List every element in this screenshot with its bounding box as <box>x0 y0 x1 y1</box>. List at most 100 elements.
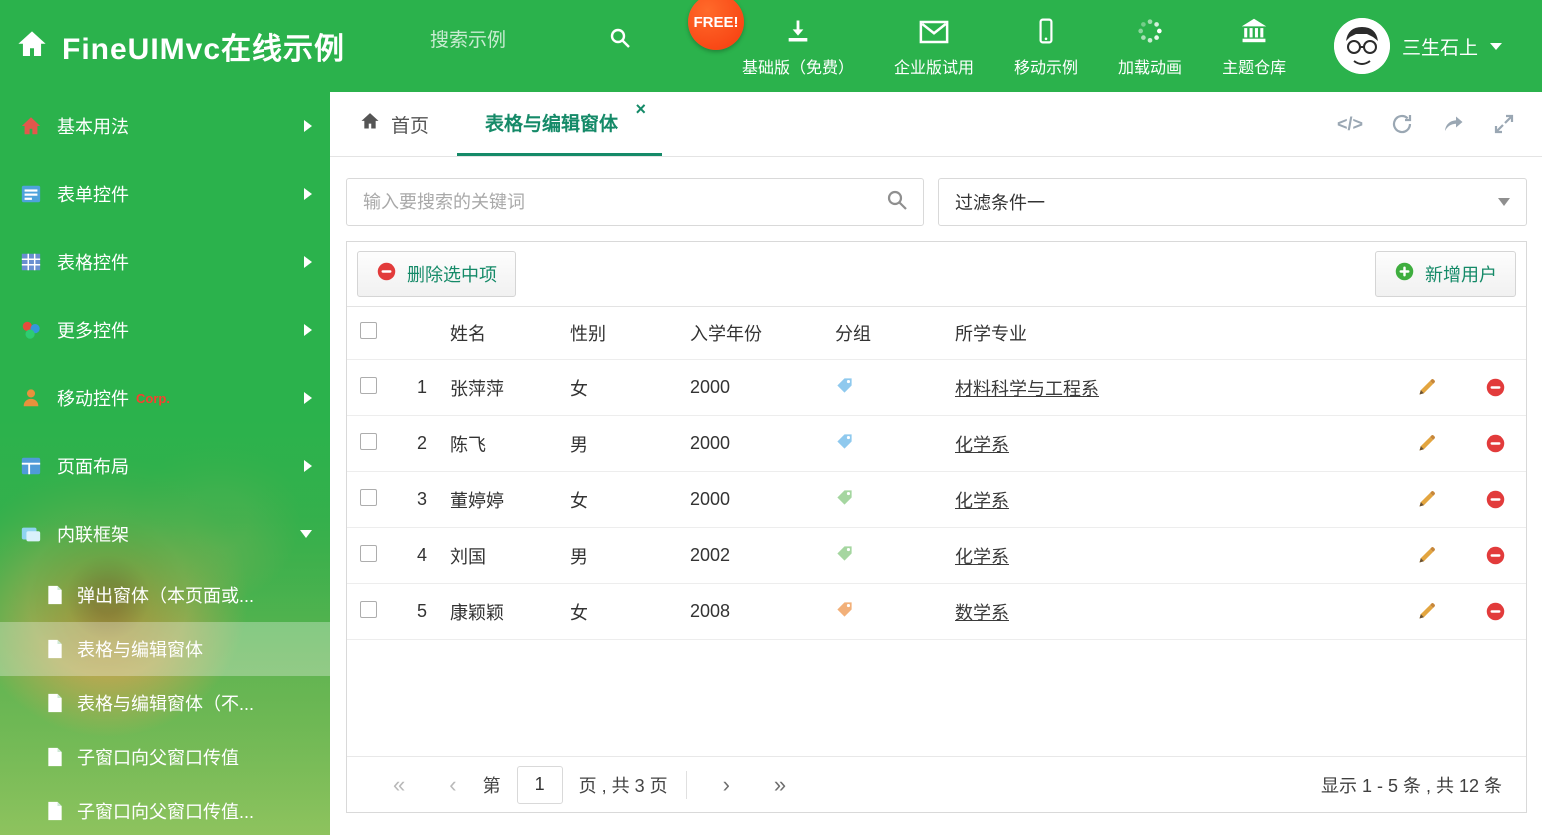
edit-icon[interactable] <box>1416 489 1464 510</box>
search-icon[interactable] <box>608 26 632 55</box>
tab-active-label: 表格与编辑窗体 <box>485 114 619 135</box>
nav-label: 主题仓库 <box>1222 59 1287 77</box>
table-icon <box>18 250 44 274</box>
row-checkbox[interactable] <box>360 488 377 506</box>
sidebar-subitem-label: 子窗口向父窗口传值 <box>77 748 239 768</box>
delete-icon[interactable] <box>1464 545 1526 566</box>
row-number: 1 <box>417 377 428 397</box>
nav-item-loading-animation[interactable]: 加载动画 <box>1098 15 1202 78</box>
edit-icon[interactable] <box>1416 433 1464 454</box>
row-checkbox[interactable] <box>360 376 377 394</box>
major-link[interactable]: 材料科学与工程系 <box>955 379 1099 399</box>
table-row: 1 张萍萍 女 2000 材料科学与工程系 <box>347 360 1526 416</box>
next-page-button[interactable]: › <box>701 773 752 796</box>
minus-circle-icon <box>376 261 397 287</box>
tag-icon <box>835 376 854 400</box>
user-menu[interactable]: 三生石上 <box>1334 0 1503 92</box>
sidebar-item-page-layout[interactable]: 页面布局 <box>0 432 330 500</box>
delete-icon[interactable] <box>1464 377 1526 398</box>
column-header-year: 入学年份 <box>690 324 762 344</box>
header-search-input[interactable] <box>428 28 572 53</box>
sidebar-subitem-child-to-parent-2[interactable]: 子窗口向父窗口传值... <box>0 784 330 838</box>
pager-divider <box>685 770 687 799</box>
chevron-right-icon <box>304 120 312 132</box>
search-icon[interactable] <box>885 188 909 217</box>
row-checkbox[interactable] <box>360 432 377 450</box>
cell-gender: 女 <box>570 490 588 511</box>
cell-year: 2000 <box>690 377 731 397</box>
cell-year: 2008 <box>690 601 731 621</box>
delete-selected-button[interactable]: 删除选中项 <box>357 251 516 297</box>
brand[interactable]: FineUIMvc在线示例 <box>16 0 345 92</box>
sidebar-item-mobile-controls[interactable]: 移动控件 Corp. <box>0 364 330 432</box>
sidebar-item-more-controls[interactable]: 更多控件 <box>0 296 330 364</box>
sidebar-item-iframe[interactable]: 内联框架 <box>0 500 330 568</box>
first-page-button[interactable]: « <box>371 773 427 796</box>
nav-item-basic-edition[interactable]: 基础版（免费） <box>722 15 874 78</box>
nav-item-theme-store[interactable]: 主题仓库 <box>1202 15 1306 78</box>
sidebar-subitem-popup-window[interactable]: 弹出窗体（本页面或... <box>0 568 330 622</box>
delete-icon[interactable] <box>1464 601 1526 622</box>
add-user-label: 新增用户 <box>1425 265 1497 285</box>
sidebar-item-label: 表单控件 <box>57 185 129 205</box>
cell-gender: 男 <box>570 434 588 455</box>
page-number-input[interactable] <box>516 765 563 804</box>
row-checkbox[interactable] <box>360 600 377 618</box>
home-small-icon <box>18 114 44 138</box>
cell-name: 陈飞 <box>450 434 486 455</box>
column-header-name: 姓名 <box>450 324 486 344</box>
table-empty-space <box>347 640 1526 756</box>
prev-page-button[interactable]: ‹ <box>427 773 478 796</box>
tab-home-label: 首页 <box>391 115 430 137</box>
column-header-group: 分组 <box>835 324 871 344</box>
chevron-right-icon <box>304 256 312 268</box>
add-user-button[interactable]: 新增用户 <box>1375 251 1516 297</box>
row-checkbox[interactable] <box>360 544 377 562</box>
major-link[interactable]: 化学系 <box>955 435 1009 455</box>
delete-icon[interactable] <box>1464 489 1526 510</box>
sidebar-item-grid-controls[interactable]: 表格控件 <box>0 228 330 296</box>
row-number: 5 <box>417 601 428 621</box>
keyword-search-input[interactable] <box>361 190 885 214</box>
corp-badge: Corp. <box>136 390 170 406</box>
major-link[interactable]: 化学系 <box>955 491 1009 511</box>
major-link[interactable]: 数学系 <box>955 603 1009 623</box>
nav-item-mobile-demo[interactable]: 移动示例 <box>994 15 1098 78</box>
top-header: FineUIMvc在线示例 FREE! 基础版（免费） 企业版试用 <box>0 0 1542 92</box>
main-content: 首页 表格与编辑窗体 × </> 输入要搜索的关键词 过滤条件一 删除选中项 新… <box>330 92 1542 835</box>
refresh-icon[interactable] <box>1390 112 1414 136</box>
file-icon <box>46 747 64 767</box>
nav-item-enterprise-trial[interactable]: 企业版试用 <box>874 15 994 78</box>
close-icon[interactable]: × <box>636 100 647 118</box>
sidebar-subitem-grid-edit-window-no[interactable]: 表格与编辑窗体（不... <box>0 676 330 730</box>
major-link[interactable]: 化学系 <box>955 547 1009 567</box>
filter-dropdown[interactable]: 过滤条件一 <box>938 178 1527 226</box>
sidebar-item-label: 内联框架 <box>57 525 129 545</box>
edit-icon[interactable] <box>1416 377 1464 398</box>
nav-label: 基础版（免费） <box>742 59 855 77</box>
edit-icon[interactable] <box>1416 601 1464 622</box>
row-number: 4 <box>417 545 428 565</box>
edit-icon[interactable] <box>1416 545 1464 566</box>
plus-circle-icon <box>1394 261 1415 287</box>
sidebar-item-form-controls[interactable]: 表单控件 <box>0 160 330 228</box>
last-page-button[interactable]: » <box>752 773 808 796</box>
table-row: 3 董婷婷 女 2000 化学系 <box>347 472 1526 528</box>
code-icon[interactable]: </> <box>1337 114 1363 135</box>
tab-grid-edit-window[interactable]: 表格与编辑窗体 × <box>457 92 663 156</box>
tab-home[interactable]: 首页 <box>330 92 457 156</box>
forward-icon[interactable] <box>1441 112 1465 136</box>
column-header-gender: 性别 <box>570 324 606 344</box>
record-summary: 显示 1 - 5 条 , 共 12 条 <box>1320 775 1502 796</box>
keyword-search-box <box>346 178 924 226</box>
select-all-checkbox[interactable] <box>360 322 377 339</box>
chevron-right-icon <box>304 460 312 472</box>
fullscreen-icon[interactable] <box>1492 112 1516 136</box>
sidebar-item-label: 基本用法 <box>57 117 129 137</box>
sidebar-subitem-child-to-parent[interactable]: 子窗口向父窗口传值 <box>0 730 330 784</box>
sidebar-subitem-grid-edit-window[interactable]: 表格与编辑窗体 <box>0 622 330 676</box>
avatar[interactable] <box>1334 18 1390 74</box>
sidebar-item-basic-usage[interactable]: 基本用法 <box>0 92 330 160</box>
page-prefix-label: 第 <box>482 775 501 796</box>
delete-icon[interactable] <box>1464 433 1526 454</box>
